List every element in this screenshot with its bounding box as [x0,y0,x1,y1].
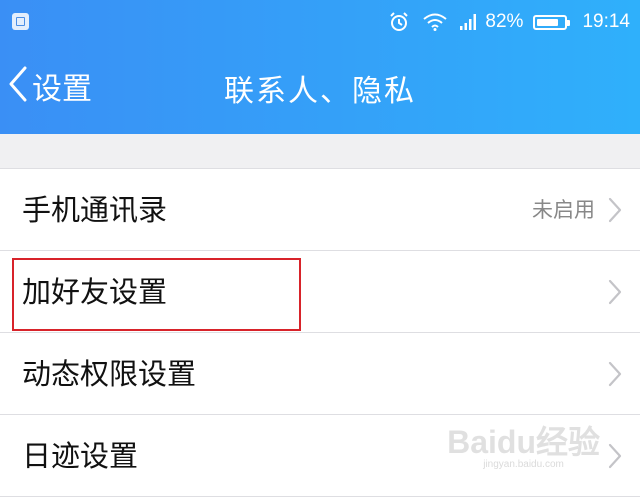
clock-time: 19:14 [582,11,630,32]
row-phone-contacts[interactable]: 手机通讯录 未启用 [0,169,640,251]
row-label: 加好友设置 [22,275,168,309]
row-feed-permission-settings[interactable]: 动态权限设置 [0,333,640,415]
row-label: 日迹设置 [22,439,139,473]
chevron-right-icon [608,361,622,391]
signal-icon [459,13,477,31]
chevron-right-icon [608,279,622,309]
battery-percent: 82% [485,11,524,32]
alarm-icon [389,12,409,32]
wifi-icon [423,13,448,31]
status-bar: 82% 19:14 [0,0,640,44]
app-header: 82% 19:14 设置 联系人、隐私 [0,0,640,134]
chevron-right-icon [608,197,622,227]
row-label: 动态权限设置 [22,357,197,391]
battery-icon [533,14,571,30]
watermark: Baidu经验 jingyan.baidu.com [447,417,600,470]
row-add-friend-settings[interactable]: 加好友设置 [0,251,640,333]
row-status-value: 未启用 [532,198,595,222]
status-bar-right: 82% 19:14 [389,0,630,44]
row-label: 手机通讯录 [22,193,168,227]
chevron-right-icon [608,443,622,473]
watermark-logo: Baidu经验 [447,424,600,460]
page-title: 联系人、隐私 [224,74,416,109]
battery-fill [537,18,559,26]
screenshot-icon [12,13,29,30]
nav-bar: 设置 联系人、隐私 [0,44,640,134]
